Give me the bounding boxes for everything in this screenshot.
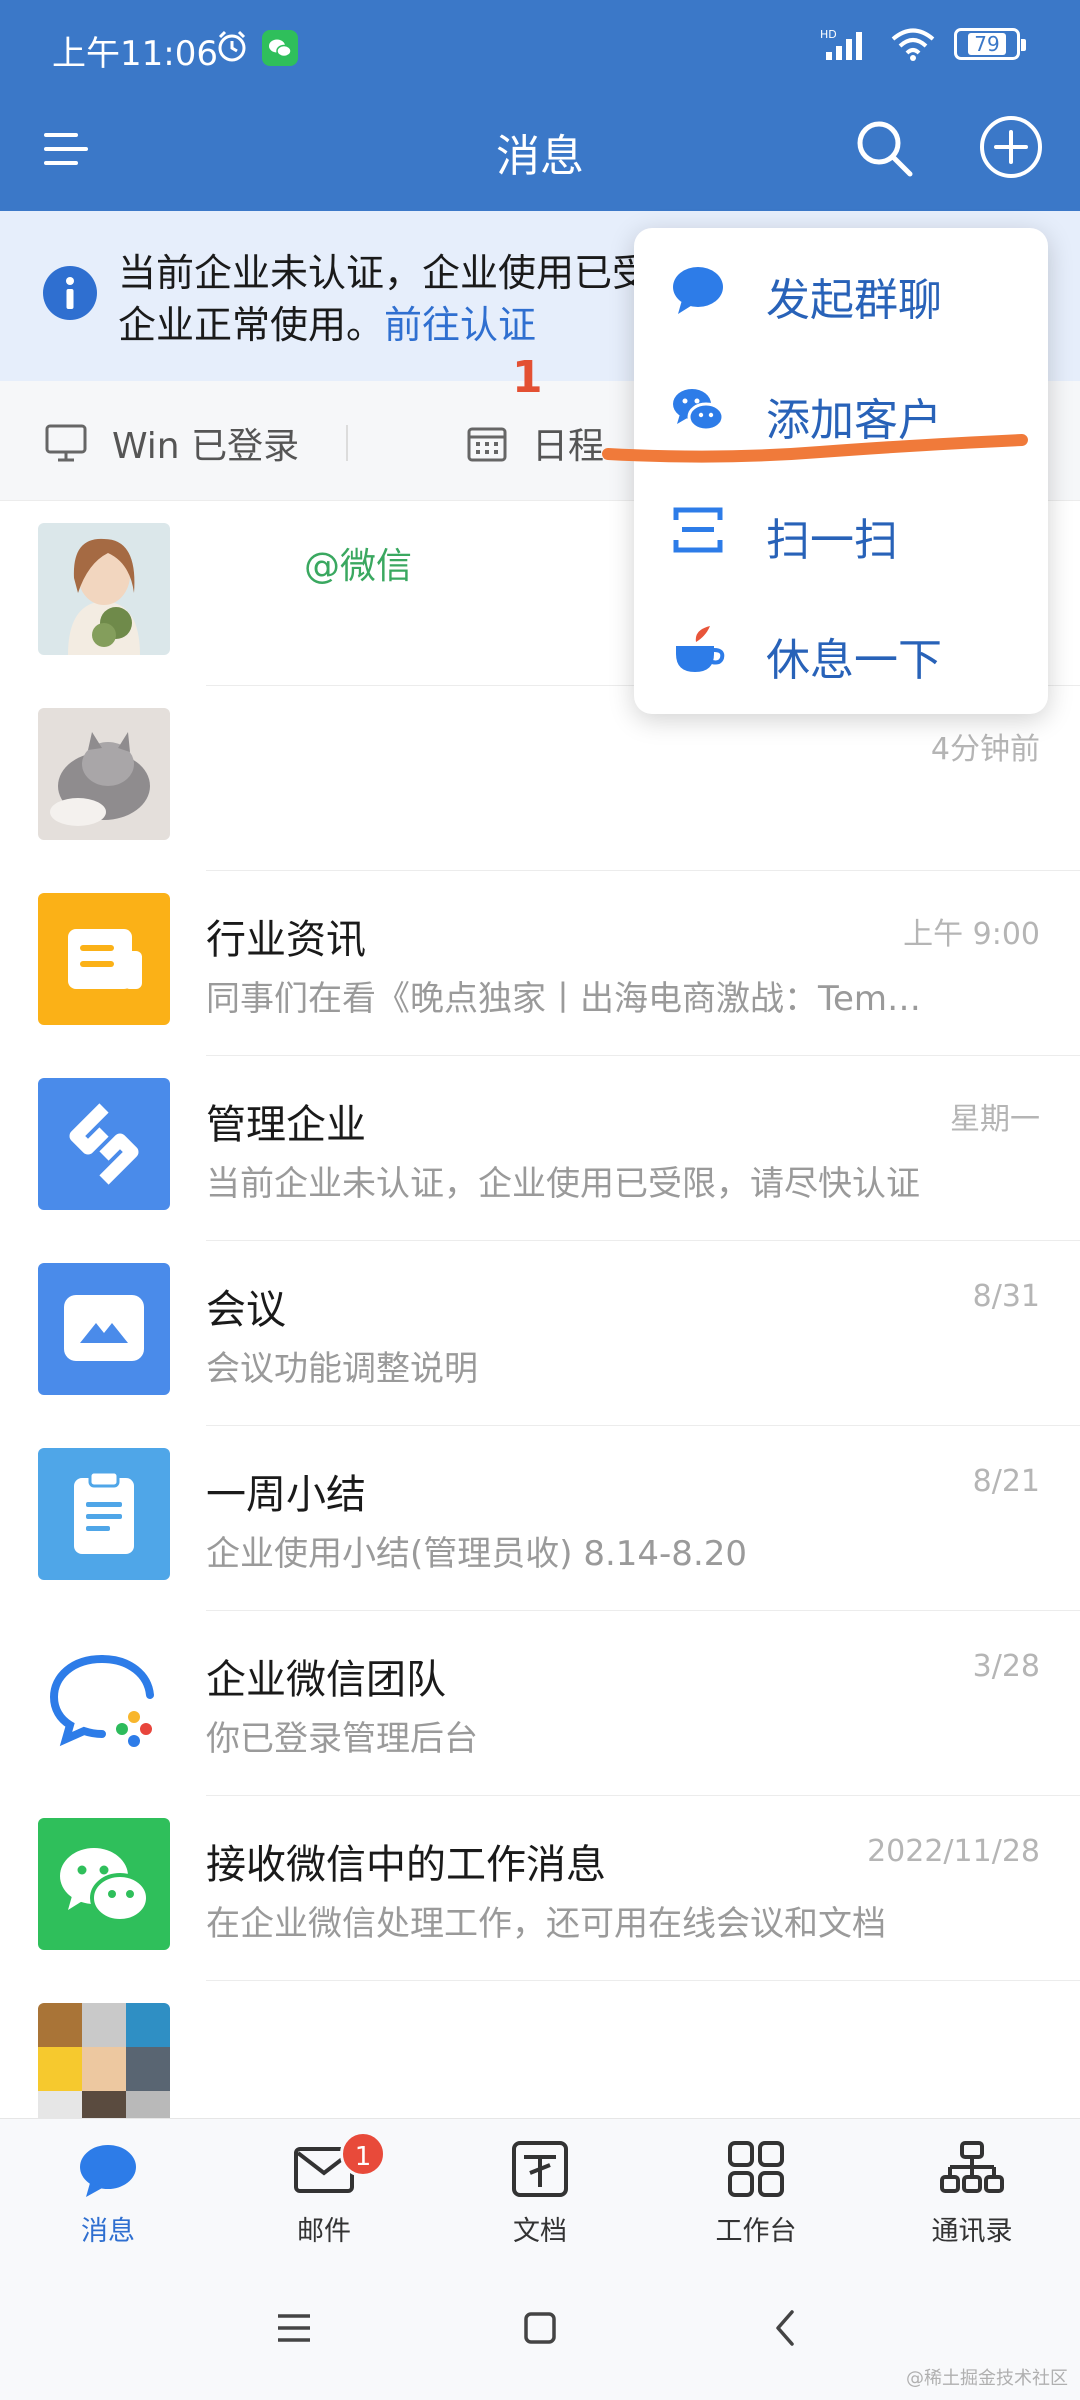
tab-contacts[interactable]: 通讯录 — [864, 2119, 1080, 2259]
message-time: 上午 9:00 — [903, 917, 1040, 952]
watermark: @稀土掘金技术社区 — [906, 2368, 1068, 2389]
wifi-icon — [891, 28, 935, 61]
mail-unread-badge: 1 — [340, 2131, 386, 2177]
take-a-break-item[interactable]: 休息一下 — [634, 588, 1048, 708]
tab-workbench-label: 工作台 — [715, 2216, 797, 2247]
system-nav-bar: @稀土掘金技术社区 — [0, 2258, 1080, 2400]
message-preview: 你已登录管理后台 — [206, 1719, 478, 1759]
monitor-icon — [45, 424, 87, 462]
nav-bar: 消息 — [0, 96, 1080, 211]
meeting-icon — [38, 1263, 170, 1395]
alarm-icon — [218, 30, 246, 62]
add-customer-item[interactable]: 添加客户 — [634, 348, 1048, 468]
list-item[interactable]: 行业资讯 同事们在看《晚点独家丨出海电商激战：Tem… 上午 9:00 — [0, 871, 1080, 1056]
message-time: 4分钟前 — [930, 732, 1040, 767]
tab-contacts-label: 通讯录 — [931, 2216, 1013, 2247]
search-icon[interactable] — [852, 116, 916, 180]
schedule-label: 日程 — [532, 426, 605, 467]
tab-mail-label: 邮件 — [297, 2216, 351, 2247]
wechat-icon — [38, 1818, 170, 1950]
message-icon — [80, 2145, 136, 2197]
tab-messages[interactable]: 消息 — [0, 2119, 216, 2259]
message-title: 行业资讯 — [206, 917, 366, 963]
message-preview: 会议功能调整说明 — [206, 1349, 478, 1389]
list-item[interactable] — [0, 1981, 1080, 2118]
message-time: 2022/11/28 — [867, 1834, 1040, 1869]
notice-line-2: 企业正常使用。 — [118, 303, 385, 347]
signal-icon: HD — [820, 28, 862, 60]
mosaic-avatar — [38, 2003, 170, 2118]
wecom-logo-icon — [38, 1633, 170, 1765]
add-menu-dropdown: 发起群聊 添加客户 扫一扫 休息一下 — [634, 228, 1048, 714]
scan-label: 扫一扫 — [766, 515, 898, 566]
news-icon — [38, 893, 170, 1025]
status-indicators: HD 79 — [820, 26, 1026, 62]
document-icon — [512, 2141, 568, 2197]
app-header: 上午11:06 HD 79 消息 — [0, 0, 1080, 211]
status-bar: 上午11:06 HD 79 — [0, 0, 1080, 96]
list-item[interactable]: 接收微信中的工作消息 在企业微信处理工作，还可用在线会议和文档 2022/11/… — [0, 1796, 1080, 1981]
plus-circle-icon[interactable] — [978, 114, 1044, 180]
list-item[interactable]: 管理企业 当前企业未认证，企业使用已受限，请尽快认证 星期一 — [0, 1056, 1080, 1241]
recent-apps-icon[interactable] — [266, 2300, 322, 2356]
scan-icon — [673, 507, 723, 553]
message-title: 一周小结 — [206, 1472, 366, 1518]
svg-text:HD: HD — [820, 28, 837, 41]
status-time: 上午11:06 — [52, 34, 218, 74]
take-a-break-label: 休息一下 — [766, 635, 942, 686]
clipboard-icon — [38, 1448, 170, 1580]
start-group-chat-label: 发起群聊 — [766, 275, 942, 326]
wechat-notification-icon — [262, 30, 298, 66]
message-time: 3/28 — [972, 1649, 1040, 1684]
chat-bubble-icon — [673, 267, 723, 314]
message-preview: 同事们在看《晚点独家丨出海电商激战：Tem… — [206, 979, 922, 1019]
tea-cup-icon — [676, 626, 725, 672]
contacts-icon — [940, 2141, 1004, 2193]
tab-documents[interactable]: 文档 — [432, 2119, 648, 2259]
message-title: 管理企业 — [206, 1102, 366, 1148]
message-preview: 企业使用小结(管理员收) 8.14-8.20 — [206, 1534, 748, 1574]
add-customer-label: 添加客户 — [766, 395, 942, 446]
girl-with-plant-avatar — [38, 523, 170, 655]
notice-text: 当前企业未认证，企业使用已受 企业正常使用。前往认证 — [118, 247, 638, 351]
manage-icon — [38, 1078, 170, 1210]
home-icon[interactable] — [512, 2300, 568, 2356]
wechat-tag: @微信 — [304, 546, 413, 587]
tab-messages-label: 消息 — [81, 2216, 135, 2247]
wechat-icon — [673, 389, 725, 432]
message-title: 企业微信团队 — [206, 1657, 446, 1703]
message-preview: 在企业微信处理工作，还可用在线会议和文档 — [206, 1904, 886, 1944]
step-number-annotation: 1 — [512, 352, 543, 403]
back-icon[interactable] — [758, 2300, 814, 2356]
message-title: 接收微信中的工作消息 — [206, 1842, 606, 1888]
battery-icon: 79 — [954, 28, 1026, 60]
bottom-tab-bar: 消息 1 邮件 文档 工作台 通讯录 — [0, 2118, 1080, 2258]
workbench-icon — [728, 2141, 784, 2197]
schedule-shortcut[interactable]: 日程 — [466, 417, 604, 469]
start-group-chat-item[interactable]: 发起群聊 — [634, 228, 1048, 348]
message-time: 8/31 — [972, 1279, 1040, 1314]
info-icon — [43, 266, 97, 320]
battery-level: 79 — [968, 33, 1006, 55]
verify-link[interactable]: 前往认证 — [384, 303, 536, 347]
list-item[interactable]: 一周小结 企业使用小结(管理员收) 8.14-8.20 8/21 — [0, 1426, 1080, 1611]
tab-workbench[interactable]: 工作台 — [648, 2119, 864, 2259]
calendar-icon — [467, 427, 507, 462]
divider — [346, 425, 348, 461]
cat-avatar — [38, 708, 170, 840]
list-item[interactable]: 企业微信团队 你已登录管理后台 3/28 — [0, 1611, 1080, 1796]
win-login-status[interactable]: Win 已登录 — [44, 417, 299, 469]
list-item[interactable]: 会议 会议功能调整说明 8/31 — [0, 1241, 1080, 1426]
message-time: 8/21 — [972, 1464, 1040, 1499]
message-time: 星期一 — [950, 1102, 1040, 1137]
win-login-label: Win 已登录 — [112, 426, 300, 467]
message-preview: 当前企业未认证，企业使用已受限，请尽快认证 — [206, 1164, 920, 1204]
notice-line-1: 当前企业未认证，企业使用已受 — [118, 251, 638, 295]
page-title: 消息 — [496, 131, 584, 182]
tab-mail[interactable]: 1 邮件 — [216, 2119, 432, 2259]
message-title: 会议 — [206, 1287, 286, 1333]
scan-item[interactable]: 扫一扫 — [634, 468, 1048, 588]
tab-documents-label: 文档 — [513, 2216, 567, 2247]
